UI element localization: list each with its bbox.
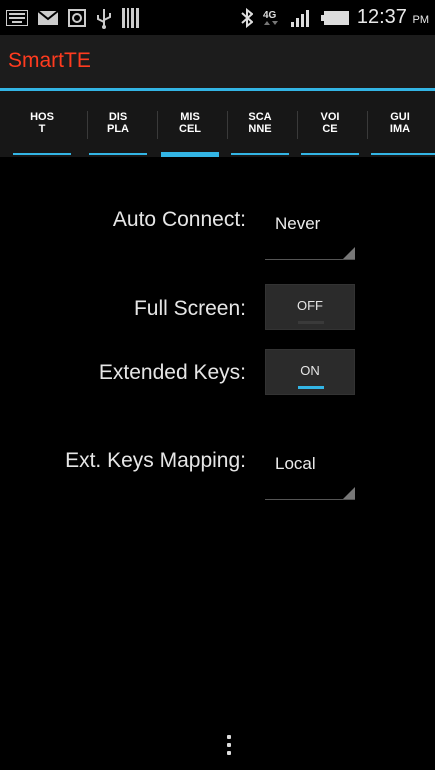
settings-tab-strip: HOS T DIS PLA MIS CEL SCA NNE VOI CE GUI… bbox=[0, 91, 435, 157]
signal-icon bbox=[290, 9, 309, 27]
tab-label: MIS CEL bbox=[179, 111, 201, 135]
toggle-indicator bbox=[298, 321, 324, 324]
full-screen-toggle-text: OFF bbox=[297, 298, 323, 313]
clock-ampm: PM bbox=[412, 14, 430, 26]
tab-indicator bbox=[13, 153, 71, 155]
tab-indicator bbox=[301, 153, 359, 155]
extended-keys-label: Extended Keys: bbox=[98, 361, 246, 384]
media-icon bbox=[68, 9, 86, 27]
tab-host[interactable]: HOS T bbox=[7, 91, 77, 157]
notification-icons bbox=[6, 7, 140, 29]
menu-dot bbox=[227, 735, 231, 739]
tab-label: SCA NNE bbox=[248, 111, 272, 135]
app-title: SmartTE bbox=[8, 49, 91, 72]
battery-icon bbox=[320, 10, 349, 25]
ext-keys-mapping-value: Local bbox=[275, 454, 316, 473]
clock: 12:37 PM bbox=[357, 6, 429, 29]
ext-keys-mapping-spinner[interactable]: Local bbox=[265, 448, 355, 500]
keyboard-icon bbox=[6, 10, 28, 26]
full-screen-toggle[interactable]: OFF bbox=[265, 284, 355, 330]
spinner-underline bbox=[265, 259, 355, 260]
email-icon bbox=[38, 10, 58, 25]
tab-label: GUI IMA bbox=[389, 111, 411, 135]
full-screen-label: Full Screen: bbox=[133, 297, 246, 320]
overflow-menu-icon[interactable] bbox=[222, 733, 236, 763]
bluetooth-icon bbox=[241, 7, 253, 28]
network-4g-icon: 4G bbox=[263, 10, 278, 25]
tab-label: DIS PLA bbox=[107, 111, 129, 135]
clock-time: 12:37 bbox=[356, 6, 407, 28]
system-icons: 4G 12:37 PM bbox=[241, 0, 429, 35]
tab-label: VOI CE bbox=[320, 111, 340, 135]
tab-indicator bbox=[89, 153, 147, 155]
status-bar: 4G 12:37 PM bbox=[0, 0, 435, 35]
tab-indicator bbox=[371, 153, 435, 155]
tab-indicator bbox=[231, 153, 289, 155]
tab-guima[interactable]: GUI IMA bbox=[365, 91, 435, 157]
spinner-underline bbox=[265, 499, 355, 500]
action-bar: SmartTE bbox=[0, 35, 435, 90]
extended-keys-toggle-text: ON bbox=[300, 363, 320, 378]
dropdown-corner-icon bbox=[343, 487, 355, 499]
auto-connect-value: Never bbox=[275, 214, 321, 233]
tab-miscellaneous[interactable]: MIS CEL bbox=[155, 91, 225, 157]
extended-keys-toggle[interactable]: ON bbox=[265, 349, 355, 395]
dropdown-corner-icon bbox=[343, 247, 355, 259]
usb-icon bbox=[97, 9, 111, 29]
tab-voice[interactable]: VOI CE bbox=[295, 91, 365, 157]
tab-display[interactable]: DIS PLA bbox=[83, 91, 153, 157]
menu-dot bbox=[227, 751, 231, 755]
auto-connect-spinner[interactable]: Never bbox=[265, 208, 355, 260]
tab-indicator-active bbox=[161, 152, 219, 157]
auto-connect-label: Auto Connect: bbox=[112, 208, 246, 231]
tab-label: HOS T bbox=[30, 111, 54, 135]
tab-scanner[interactable]: SCA NNE bbox=[225, 91, 295, 157]
ext-keys-mapping-label: Ext. Keys Mapping: bbox=[65, 449, 246, 472]
barcode-icon bbox=[122, 8, 139, 28]
menu-dot bbox=[227, 743, 231, 747]
toggle-indicator bbox=[298, 386, 324, 389]
network-4g-label: 4G bbox=[263, 10, 277, 21]
